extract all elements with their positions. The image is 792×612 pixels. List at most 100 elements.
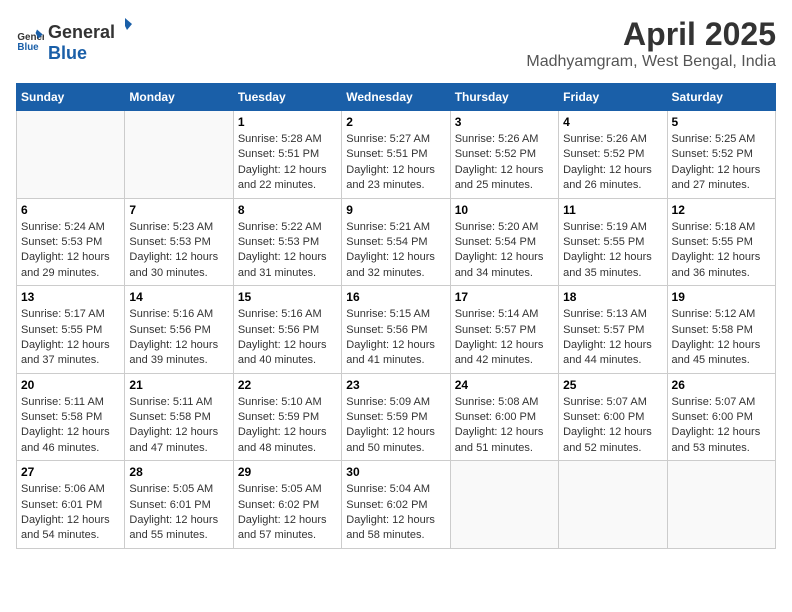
sunset-text: Sunset: 5:52 PM bbox=[672, 148, 753, 160]
calendar-week-5: 27 Sunrise: 5:06 AM Sunset: 6:01 PM Dayl… bbox=[17, 461, 776, 549]
column-header-saturday: Saturday bbox=[667, 84, 775, 111]
day-number: 14 bbox=[129, 290, 228, 304]
calendar-cell bbox=[559, 461, 667, 549]
column-header-friday: Friday bbox=[559, 84, 667, 111]
cell-content: Sunrise: 5:05 AM Sunset: 6:01 PM Dayligh… bbox=[129, 482, 228, 544]
sunrise-text: Sunrise: 5:22 AM bbox=[238, 221, 322, 233]
sunrise-text: Sunrise: 5:13 AM bbox=[563, 308, 647, 320]
calendar-week-1: 1 Sunrise: 5:28 AM Sunset: 5:51 PM Dayli… bbox=[17, 111, 776, 199]
calendar-cell: 11 Sunrise: 5:19 AM Sunset: 5:55 PM Dayl… bbox=[559, 198, 667, 286]
calendar-week-4: 20 Sunrise: 5:11 AM Sunset: 5:58 PM Dayl… bbox=[17, 373, 776, 461]
cell-content: Sunrise: 5:10 AM Sunset: 5:59 PM Dayligh… bbox=[238, 395, 337, 457]
sunset-text: Sunset: 5:54 PM bbox=[455, 236, 536, 248]
daylight-text: Daylight: 12 hours and 55 minutes. bbox=[129, 514, 218, 541]
calendar-cell: 3 Sunrise: 5:26 AM Sunset: 5:52 PM Dayli… bbox=[450, 111, 558, 199]
calendar-cell: 20 Sunrise: 5:11 AM Sunset: 5:58 PM Dayl… bbox=[17, 373, 125, 461]
day-number: 20 bbox=[21, 378, 120, 392]
daylight-text: Daylight: 12 hours and 57 minutes. bbox=[238, 514, 327, 541]
calendar-cell bbox=[667, 461, 775, 549]
cell-content: Sunrise: 5:24 AM Sunset: 5:53 PM Dayligh… bbox=[21, 220, 120, 282]
day-number: 8 bbox=[238, 203, 337, 217]
daylight-text: Daylight: 12 hours and 22 minutes. bbox=[238, 164, 327, 191]
sunrise-text: Sunrise: 5:11 AM bbox=[21, 396, 104, 408]
day-number: 21 bbox=[129, 378, 228, 392]
calendar-cell: 1 Sunrise: 5:28 AM Sunset: 5:51 PM Dayli… bbox=[233, 111, 341, 199]
day-number: 18 bbox=[563, 290, 662, 304]
daylight-text: Daylight: 12 hours and 25 minutes. bbox=[455, 164, 544, 191]
calendar-cell: 29 Sunrise: 5:05 AM Sunset: 6:02 PM Dayl… bbox=[233, 461, 341, 549]
sunrise-text: Sunrise: 5:27 AM bbox=[346, 133, 430, 145]
title-area: April 2025 Madhyamgram, West Bengal, Ind… bbox=[526, 16, 776, 71]
sunrise-text: Sunrise: 5:21 AM bbox=[346, 221, 430, 233]
svg-text:Blue: Blue bbox=[17, 42, 39, 53]
sunset-text: Sunset: 5:58 PM bbox=[129, 411, 210, 423]
daylight-text: Daylight: 12 hours and 47 minutes. bbox=[129, 426, 218, 453]
day-number: 16 bbox=[346, 290, 445, 304]
cell-content: Sunrise: 5:08 AM Sunset: 6:00 PM Dayligh… bbox=[455, 395, 554, 457]
column-header-thursday: Thursday bbox=[450, 84, 558, 111]
sunset-text: Sunset: 6:02 PM bbox=[346, 499, 427, 511]
daylight-text: Daylight: 12 hours and 50 minutes. bbox=[346, 426, 435, 453]
calendar-cell: 14 Sunrise: 5:16 AM Sunset: 5:56 PM Dayl… bbox=[125, 286, 233, 374]
sunrise-text: Sunrise: 5:14 AM bbox=[455, 308, 539, 320]
daylight-text: Daylight: 12 hours and 30 minutes. bbox=[129, 251, 218, 278]
day-number: 3 bbox=[455, 115, 554, 129]
calendar-cell: 24 Sunrise: 5:08 AM Sunset: 6:00 PM Dayl… bbox=[450, 373, 558, 461]
cell-content: Sunrise: 5:13 AM Sunset: 5:57 PM Dayligh… bbox=[563, 307, 662, 369]
day-number: 15 bbox=[238, 290, 337, 304]
calendar-cell: 25 Sunrise: 5:07 AM Sunset: 6:00 PM Dayl… bbox=[559, 373, 667, 461]
sunrise-text: Sunrise: 5:16 AM bbox=[238, 308, 322, 320]
calendar-week-2: 6 Sunrise: 5:24 AM Sunset: 5:53 PM Dayli… bbox=[17, 198, 776, 286]
cell-content: Sunrise: 5:23 AM Sunset: 5:53 PM Dayligh… bbox=[129, 220, 228, 282]
sunset-text: Sunset: 6:02 PM bbox=[238, 499, 319, 511]
cell-content: Sunrise: 5:09 AM Sunset: 5:59 PM Dayligh… bbox=[346, 395, 445, 457]
cell-content: Sunrise: 5:22 AM Sunset: 5:53 PM Dayligh… bbox=[238, 220, 337, 282]
daylight-text: Daylight: 12 hours and 51 minutes. bbox=[455, 426, 544, 453]
logo-general-text: General bbox=[48, 22, 115, 43]
sunset-text: Sunset: 5:52 PM bbox=[455, 148, 536, 160]
sunrise-text: Sunrise: 5:28 AM bbox=[238, 133, 322, 145]
day-number: 28 bbox=[129, 465, 228, 479]
day-number: 2 bbox=[346, 115, 445, 129]
daylight-text: Daylight: 12 hours and 58 minutes. bbox=[346, 514, 435, 541]
calendar-cell: 22 Sunrise: 5:10 AM Sunset: 5:59 PM Dayl… bbox=[233, 373, 341, 461]
calendar-cell bbox=[450, 461, 558, 549]
sunset-text: Sunset: 5:56 PM bbox=[346, 324, 427, 336]
sunrise-text: Sunrise: 5:26 AM bbox=[455, 133, 539, 145]
sunset-text: Sunset: 5:55 PM bbox=[563, 236, 644, 248]
cell-content: Sunrise: 5:28 AM Sunset: 5:51 PM Dayligh… bbox=[238, 132, 337, 194]
day-number: 24 bbox=[455, 378, 554, 392]
daylight-text: Daylight: 12 hours and 35 minutes. bbox=[563, 251, 652, 278]
calendar-week-3: 13 Sunrise: 5:17 AM Sunset: 5:55 PM Dayl… bbox=[17, 286, 776, 374]
cell-content: Sunrise: 5:06 AM Sunset: 6:01 PM Dayligh… bbox=[21, 482, 120, 544]
sunset-text: Sunset: 5:57 PM bbox=[563, 324, 644, 336]
sunset-text: Sunset: 5:54 PM bbox=[346, 236, 427, 248]
day-number: 9 bbox=[346, 203, 445, 217]
day-number: 25 bbox=[563, 378, 662, 392]
daylight-text: Daylight: 12 hours and 23 minutes. bbox=[346, 164, 435, 191]
day-number: 19 bbox=[672, 290, 771, 304]
sunrise-text: Sunrise: 5:09 AM bbox=[346, 396, 430, 408]
column-header-monday: Monday bbox=[125, 84, 233, 111]
logo-blue-text: Blue bbox=[48, 43, 87, 63]
sunset-text: Sunset: 5:51 PM bbox=[346, 148, 427, 160]
day-number: 26 bbox=[672, 378, 771, 392]
daylight-text: Daylight: 12 hours and 54 minutes. bbox=[21, 514, 110, 541]
sunrise-text: Sunrise: 5:05 AM bbox=[238, 483, 322, 495]
day-number: 11 bbox=[563, 203, 662, 217]
sunset-text: Sunset: 6:01 PM bbox=[129, 499, 210, 511]
cell-content: Sunrise: 5:16 AM Sunset: 5:56 PM Dayligh… bbox=[129, 307, 228, 369]
calendar-cell: 19 Sunrise: 5:12 AM Sunset: 5:58 PM Dayl… bbox=[667, 286, 775, 374]
sunset-text: Sunset: 5:58 PM bbox=[21, 411, 102, 423]
header: General Blue General Blue April 2025 Mad… bbox=[16, 16, 776, 71]
calendar-cell: 7 Sunrise: 5:23 AM Sunset: 5:53 PM Dayli… bbox=[125, 198, 233, 286]
sunrise-text: Sunrise: 5:04 AM bbox=[346, 483, 430, 495]
daylight-text: Daylight: 12 hours and 26 minutes. bbox=[563, 164, 652, 191]
sunrise-text: Sunrise: 5:15 AM bbox=[346, 308, 430, 320]
daylight-text: Daylight: 12 hours and 32 minutes. bbox=[346, 251, 435, 278]
column-header-tuesday: Tuesday bbox=[233, 84, 341, 111]
calendar-cell: 9 Sunrise: 5:21 AM Sunset: 5:54 PM Dayli… bbox=[342, 198, 450, 286]
daylight-text: Daylight: 12 hours and 41 minutes. bbox=[346, 339, 435, 366]
sunrise-text: Sunrise: 5:18 AM bbox=[672, 221, 756, 233]
day-number: 13 bbox=[21, 290, 120, 304]
